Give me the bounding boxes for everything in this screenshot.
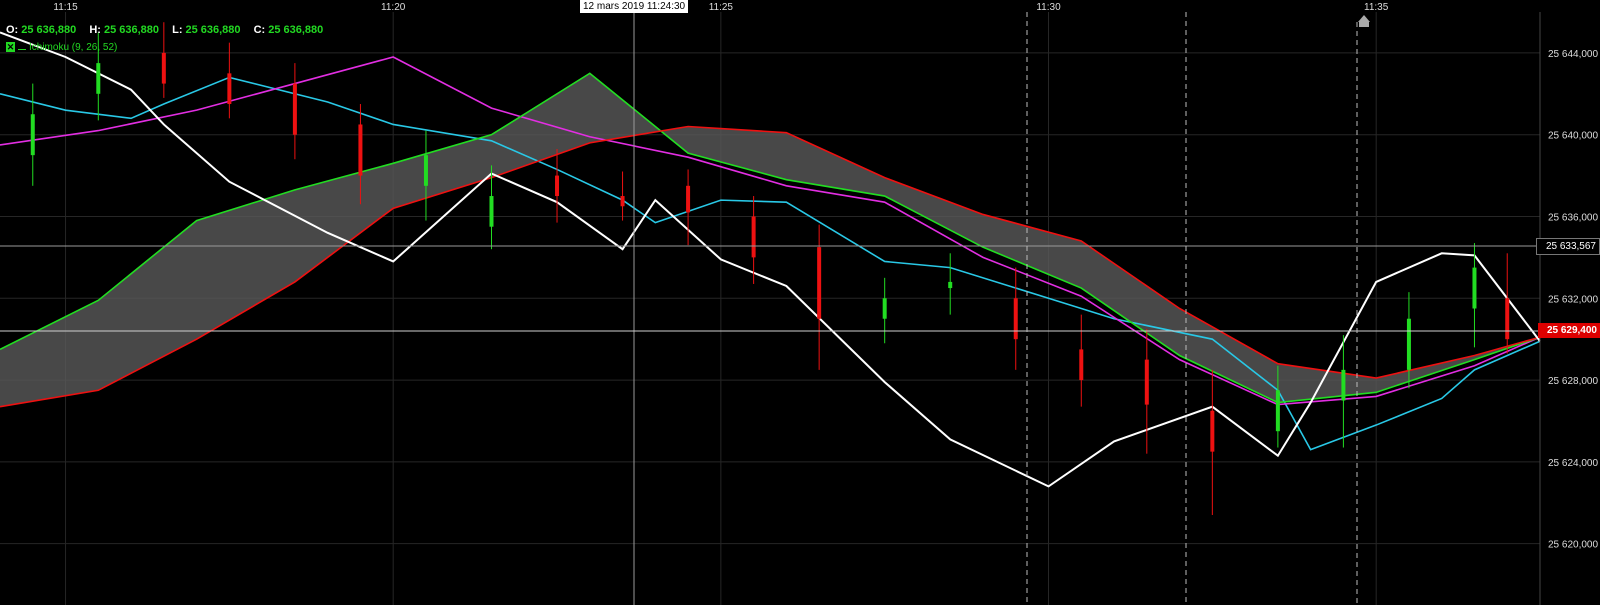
low-label: L: — [172, 24, 183, 36]
x-axis-labels: 11:15 11:20 11:25 11:30 11:35 — [53, 2, 1388, 13]
crosshair-time-label: 12 mars 2019 11:24:30 — [580, 0, 689, 13]
y-tick-label: 25 620,000 — [1548, 540, 1598, 551]
y-tick-label: 25 636,000 — [1548, 212, 1598, 223]
candle-body — [1210, 410, 1215, 452]
candle-body — [292, 83, 297, 135]
y-tick-label: 25 624,000 — [1548, 458, 1598, 469]
high-value: 25 636,880 — [103, 24, 160, 36]
candle-body — [1013, 298, 1018, 340]
y-tick-label: 25 640,000 — [1548, 131, 1598, 142]
close-label: C: — [253, 24, 266, 36]
open-value: 25 636,880 — [21, 24, 77, 36]
candle-body — [358, 124, 363, 176]
candle-body — [620, 196, 625, 207]
home-arrow-icon[interactable] — [1358, 15, 1370, 22]
candle-body — [1275, 390, 1280, 432]
high-label: H: — [89, 24, 101, 36]
crosshair-price-label: 25 633,567 — [1536, 238, 1600, 255]
y-axis-labels: 25 644,000 25 640,000 25 636,000 25 632,000… — [1548, 49, 1598, 551]
candle-body — [1472, 267, 1477, 309]
x-tick-label: 11:30 — [1036, 2, 1061, 13]
candle-body — [489, 196, 494, 227]
remove-indicator-icon[interactable]: ✕ — [6, 42, 15, 52]
chart-canvas[interactable]: 11:15 11:20 11:25 11:30 11:35 25 644,00025 6… — [0, 0, 1600, 605]
candle-body — [30, 114, 35, 156]
close-value: 25 636,880 — [268, 24, 324, 36]
candle-body — [948, 281, 953, 289]
candle-body — [423, 155, 428, 186]
candle-body — [161, 52, 166, 84]
home-arrow-icon-base — [1359, 22, 1369, 27]
candle-body — [1505, 298, 1510, 340]
candle-body — [96, 63, 101, 94]
x-tick-label: 11:20 — [381, 2, 406, 13]
candle-body — [686, 185, 691, 213]
last-price-label: 25 629,400 — [1538, 323, 1600, 338]
candle-body — [1406, 318, 1411, 370]
y-tick-label: 25 644,000 — [1548, 49, 1598, 60]
candle-body — [1079, 349, 1084, 381]
candle-body — [555, 175, 560, 197]
x-tick-label: 11:35 — [1364, 2, 1389, 13]
y-tick-label: 25 628,000 — [1548, 376, 1598, 387]
x-tick-label: 11:15 — [53, 2, 78, 13]
candle-body — [751, 216, 756, 258]
candle-body — [1341, 369, 1346, 401]
cloud-fill — [0, 73, 1540, 407]
indicator-legend[interactable]: ✕ Ichimoku (9, 26, 52) — [6, 42, 117, 53]
open-label: O: — [6, 24, 19, 36]
indicator-label: Ichimoku (9, 26, 52) — [29, 42, 118, 53]
y-tick-label: 25 632,000 — [1548, 294, 1598, 305]
candle-body — [227, 73, 232, 105]
x-tick-label: 11:25 — [709, 2, 734, 13]
indicator-line-icon — [18, 49, 26, 50]
candle-body — [882, 298, 887, 319]
candle-body — [1144, 359, 1149, 405]
ichimoku-cloud — [0, 73, 1540, 407]
low-value: 25 636,880 — [185, 24, 241, 36]
candle-body — [817, 247, 822, 319]
ohlc-readout: O: 25 636,880 H: 25 636,880 L: 25 636,880 C… — [6, 24, 333, 36]
